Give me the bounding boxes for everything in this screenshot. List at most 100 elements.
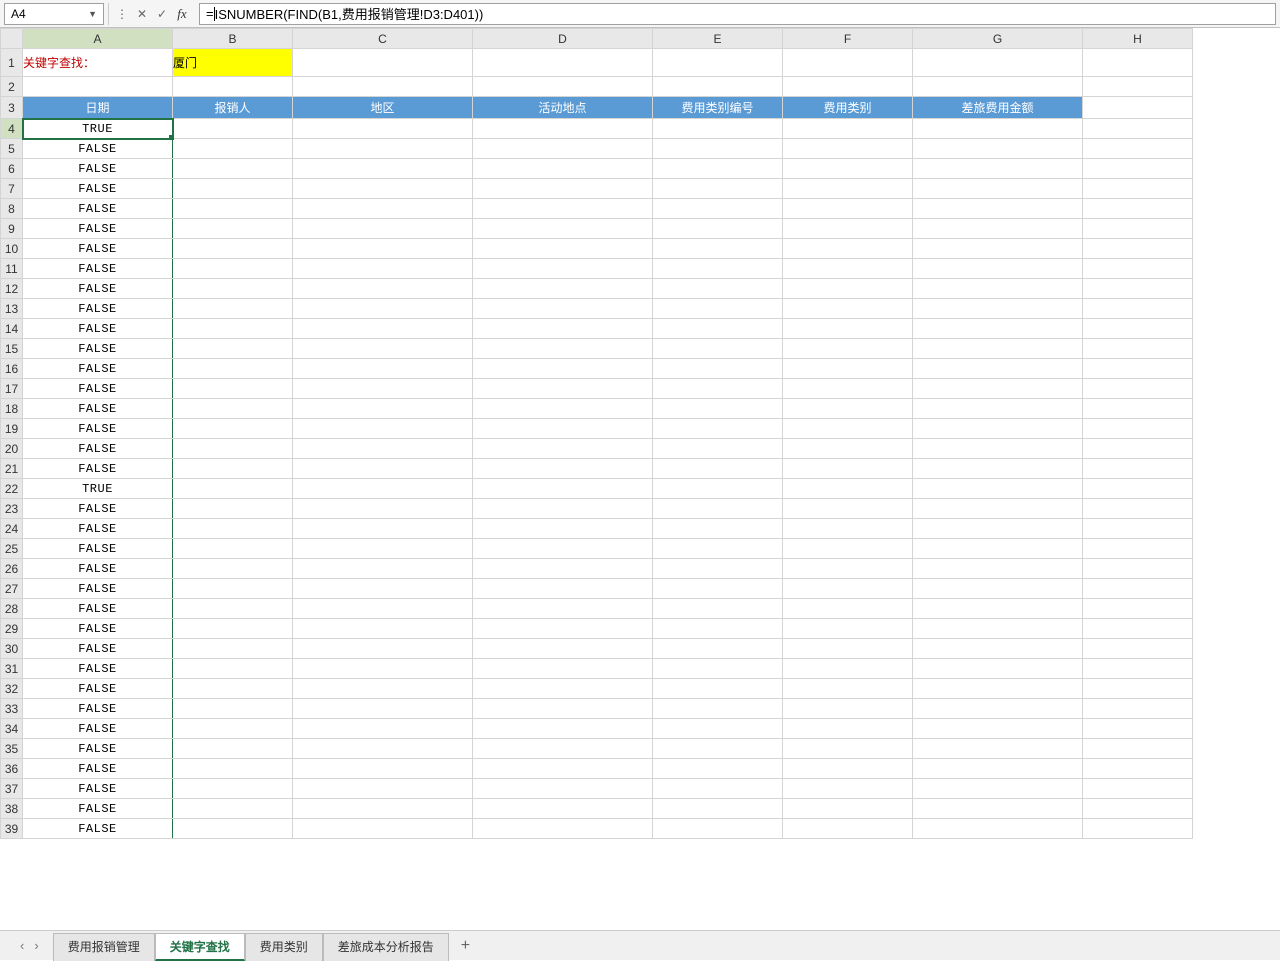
data-cell-A23[interactable]: FALSE xyxy=(23,499,173,519)
row-header-14[interactable]: 14 xyxy=(1,319,23,339)
cell[interactable] xyxy=(473,239,653,259)
cell[interactable] xyxy=(783,479,913,499)
cell[interactable] xyxy=(783,49,913,77)
cell[interactable] xyxy=(293,199,473,219)
row-header-37[interactable]: 37 xyxy=(1,779,23,799)
cell[interactable] xyxy=(783,239,913,259)
data-cell-A34[interactable]: FALSE xyxy=(23,719,173,739)
cell[interactable] xyxy=(653,179,783,199)
cell[interactable] xyxy=(473,599,653,619)
cell[interactable] xyxy=(913,539,1083,559)
row-header-31[interactable]: 31 xyxy=(1,659,23,679)
cell[interactable] xyxy=(783,219,913,239)
data-cell-A26[interactable]: FALSE xyxy=(23,559,173,579)
cell[interactable] xyxy=(473,379,653,399)
cell[interactable] xyxy=(293,119,473,139)
select-all-corner[interactable] xyxy=(1,29,23,49)
cell[interactable] xyxy=(173,279,293,299)
table-header[interactable]: 日期 xyxy=(23,97,173,119)
table-header[interactable]: 费用类别 xyxy=(783,97,913,119)
data-cell-A20[interactable]: FALSE xyxy=(23,439,173,459)
cell[interactable] xyxy=(173,399,293,419)
row-header-8[interactable]: 8 xyxy=(1,199,23,219)
cell[interactable] xyxy=(783,639,913,659)
cell[interactable] xyxy=(1083,219,1193,239)
cell[interactable] xyxy=(293,179,473,199)
cell[interactable] xyxy=(473,459,653,479)
cell[interactable] xyxy=(473,179,653,199)
cell[interactable] xyxy=(783,259,913,279)
cell[interactable] xyxy=(473,699,653,719)
row-header-23[interactable]: 23 xyxy=(1,499,23,519)
cell[interactable] xyxy=(1083,379,1193,399)
cell[interactable] xyxy=(913,399,1083,419)
cell[interactable] xyxy=(653,339,783,359)
chevron-down-icon[interactable]: ▼ xyxy=(88,9,97,19)
row-header-33[interactable]: 33 xyxy=(1,699,23,719)
cell[interactable] xyxy=(293,639,473,659)
row-header-38[interactable]: 38 xyxy=(1,799,23,819)
cell[interactable] xyxy=(293,439,473,459)
cell[interactable] xyxy=(1083,49,1193,77)
cell[interactable] xyxy=(653,199,783,219)
row-header-24[interactable]: 24 xyxy=(1,519,23,539)
cell[interactable] xyxy=(783,139,913,159)
cell[interactable] xyxy=(173,179,293,199)
cell[interactable] xyxy=(653,119,783,139)
cell[interactable] xyxy=(913,519,1083,539)
cell[interactable] xyxy=(783,799,913,819)
data-cell-A29[interactable]: FALSE xyxy=(23,619,173,639)
cell[interactable] xyxy=(653,139,783,159)
cell[interactable] xyxy=(293,219,473,239)
row-header-17[interactable]: 17 xyxy=(1,379,23,399)
tab-prev-icon[interactable]: ‹ xyxy=(20,938,24,953)
cell[interactable] xyxy=(783,179,913,199)
cell[interactable] xyxy=(783,779,913,799)
cell[interactable] xyxy=(653,259,783,279)
cell[interactable] xyxy=(1083,639,1193,659)
dots-icon[interactable]: ⋮ xyxy=(113,5,131,23)
cell[interactable] xyxy=(173,619,293,639)
cell[interactable] xyxy=(473,279,653,299)
cell[interactable] xyxy=(913,379,1083,399)
cell[interactable] xyxy=(1083,259,1193,279)
cell[interactable] xyxy=(913,159,1083,179)
cell[interactable] xyxy=(1083,419,1193,439)
cell[interactable] xyxy=(473,119,653,139)
cell[interactable] xyxy=(653,379,783,399)
cell[interactable] xyxy=(913,599,1083,619)
cell[interactable] xyxy=(473,199,653,219)
table-header[interactable]: 差旅费用金额 xyxy=(913,97,1083,119)
row-header-21[interactable]: 21 xyxy=(1,459,23,479)
data-cell-A19[interactable]: FALSE xyxy=(23,419,173,439)
sheet-tab[interactable]: 费用类别 xyxy=(245,933,323,961)
row-header-13[interactable]: 13 xyxy=(1,299,23,319)
col-header-E[interactable]: E xyxy=(653,29,783,49)
cell[interactable] xyxy=(293,399,473,419)
data-cell-A24[interactable]: FALSE xyxy=(23,519,173,539)
cell[interactable] xyxy=(653,159,783,179)
cancel-icon[interactable]: ✕ xyxy=(133,5,151,23)
cell[interactable] xyxy=(783,559,913,579)
data-cell-A22[interactable]: TRUE xyxy=(23,479,173,499)
cell[interactable] xyxy=(913,319,1083,339)
data-cell-A30[interactable]: FALSE xyxy=(23,639,173,659)
table-header[interactable]: 地区 xyxy=(293,97,473,119)
cell[interactable] xyxy=(173,639,293,659)
cell[interactable] xyxy=(473,539,653,559)
data-cell-A18[interactable]: FALSE xyxy=(23,399,173,419)
cell[interactable] xyxy=(783,539,913,559)
cell[interactable] xyxy=(913,279,1083,299)
row-header-7[interactable]: 7 xyxy=(1,179,23,199)
cell[interactable] xyxy=(1083,279,1193,299)
cell[interactable] xyxy=(293,139,473,159)
cell[interactable] xyxy=(173,199,293,219)
cell[interactable] xyxy=(173,779,293,799)
cell[interactable] xyxy=(473,479,653,499)
cell[interactable] xyxy=(473,799,653,819)
cell[interactable] xyxy=(783,279,913,299)
cell[interactable] xyxy=(173,379,293,399)
cell[interactable] xyxy=(173,359,293,379)
cell[interactable] xyxy=(173,579,293,599)
row-header-2[interactable]: 2 xyxy=(1,77,23,97)
